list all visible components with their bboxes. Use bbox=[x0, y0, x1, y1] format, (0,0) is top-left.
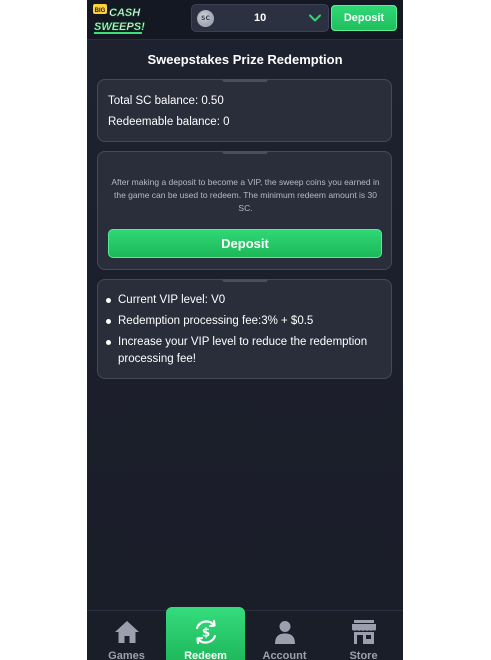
nav-item-account[interactable]: Account bbox=[245, 611, 324, 660]
bullet bbox=[106, 319, 111, 324]
nav-item-store[interactable]: Store bbox=[324, 611, 403, 660]
card-notch bbox=[222, 279, 268, 282]
big-cash-sweeps-logo[interactable]: BIG CASH SWEEPS! bbox=[93, 2, 145, 36]
bullet bbox=[106, 298, 111, 303]
top-bar: BIG CASH SWEEPS! SC 10 Deposit bbox=[87, 0, 403, 40]
redeem-dollar-icon: $ bbox=[195, 619, 217, 645]
redeem-requirements-text: After making a deposit to become a VIP, … bbox=[111, 177, 380, 213]
card-notch bbox=[222, 79, 268, 82]
bullet bbox=[106, 340, 111, 345]
header-deposit-button[interactable]: Deposit bbox=[331, 5, 397, 31]
redeemable-balance: Redeemable balance: 0 bbox=[108, 116, 230, 128]
home-icon bbox=[115, 621, 139, 643]
card-notch bbox=[222, 151, 268, 154]
vip-info-list: Current VIP level: V0 Redemption process… bbox=[104, 292, 384, 372]
sc-balance-value: 10 bbox=[254, 12, 267, 24]
deposit-button[interactable]: Deposit bbox=[108, 229, 382, 258]
svg-text:$: $ bbox=[202, 626, 210, 640]
sc-balance-selector[interactable]: SC 10 bbox=[191, 4, 329, 32]
store-icon bbox=[352, 620, 376, 644]
processing-fee-item: Redemption processing fee:3% + $0.5 bbox=[104, 313, 384, 330]
sc-coin-icon: SC bbox=[197, 10, 214, 27]
chevron-down-icon[interactable] bbox=[308, 11, 322, 25]
deposit-info-card: After making a deposit to become a VIP, … bbox=[97, 151, 392, 270]
app-screen: BIG CASH SWEEPS! SC 10 Deposit Sweepstak… bbox=[87, 0, 403, 660]
nav-item-games[interactable]: Games bbox=[87, 611, 166, 660]
svg-text:BIG: BIG bbox=[95, 8, 106, 14]
bottom-navigation: Games $ Redeem Account Store bbox=[87, 607, 403, 660]
vip-level-item: Current VIP level: V0 bbox=[104, 292, 384, 309]
vip-tip-item: Increase your VIP level to reduce the re… bbox=[104, 334, 384, 368]
balance-card: Total SC balance: 0.50 Redeemable balanc… bbox=[97, 79, 392, 142]
user-icon bbox=[275, 621, 295, 644]
nav-item-redeem[interactable]: $ Redeem bbox=[166, 607, 245, 660]
vip-info-card: Current VIP level: V0 Redemption process… bbox=[97, 279, 392, 379]
total-sc-balance: Total SC balance: 0.50 bbox=[108, 95, 224, 107]
svg-text:CASH: CASH bbox=[109, 7, 141, 19]
page-title: Sweepstakes Prize Redemption bbox=[147, 52, 343, 67]
svg-text:SWEEPS!: SWEEPS! bbox=[94, 21, 145, 33]
